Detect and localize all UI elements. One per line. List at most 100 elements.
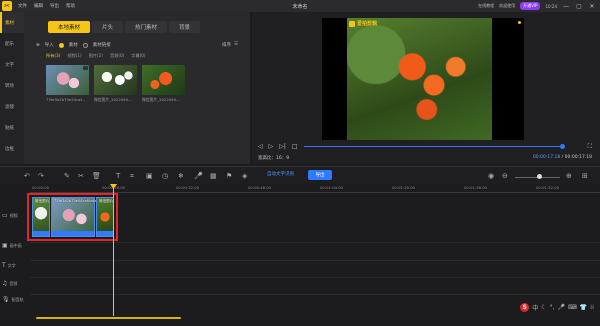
redo-icon[interactable]: ↷ bbox=[38, 172, 44, 180]
menu-export[interactable]: 导出 bbox=[50, 3, 59, 9]
auto-caption-button[interactable]: 自动文字识别 bbox=[267, 171, 294, 177]
camera-icon[interactable]: ◉ bbox=[488, 172, 494, 180]
play-icon[interactable]: ▷ bbox=[269, 143, 274, 150]
track-header-dub[interactable]: 🎙 配音轨 bbox=[2, 296, 30, 303]
close-icon[interactable]: ✕ bbox=[588, 3, 596, 10]
option-b-label: 素材链接 bbox=[92, 43, 111, 48]
zoom-in-icon[interactable]: ⊕ bbox=[566, 172, 572, 180]
sidebar-item-border[interactable]: 边框 bbox=[0, 138, 24, 159]
export-button[interactable]: 导出 bbox=[308, 170, 332, 180]
sidebar-item-sticker[interactable]: 贴纸 bbox=[0, 117, 24, 138]
track-header-text[interactable]: T 文字 bbox=[2, 262, 30, 269]
welcome-link[interactable]: 欢迎使用 bbox=[499, 3, 515, 9]
tab-background[interactable]: 背景 bbox=[169, 21, 201, 33]
timeline-clip[interactable]: 微信图片 bbox=[96, 197, 114, 237]
tutorial-link[interactable]: 在线教程 bbox=[478, 3, 494, 9]
mic-icon[interactable]: 🎤 bbox=[194, 172, 203, 180]
tab-popular[interactable]: 热门素材 bbox=[125, 21, 168, 33]
filter-image[interactable]: 图片(2) bbox=[89, 53, 103, 59]
edit-icon[interactable]: ✎ bbox=[64, 172, 70, 180]
keyboard-icon[interactable]: ⌨ bbox=[568, 304, 577, 311]
preview-panel: 爱拍剪辑 ◁ ▷ ▷| □ ⛶ 宽高比：16：9 00:00:17.18 / 0… bbox=[252, 12, 600, 164]
moon-icon[interactable]: ☾ bbox=[541, 304, 546, 311]
menu-file[interactable]: 文件 bbox=[18, 3, 27, 9]
crop-icon[interactable]: ⌗ bbox=[130, 172, 134, 181]
filter-audio[interactable]: 音频(0) bbox=[110, 53, 124, 59]
progress-fill bbox=[304, 146, 564, 147]
tab-intro[interactable]: 片头 bbox=[92, 21, 124, 33]
vip-button[interactable]: 开通VIP bbox=[520, 2, 541, 10]
progress-bar[interactable] bbox=[304, 146, 564, 147]
progress-knob[interactable] bbox=[560, 144, 565, 149]
media-thumb[interactable]: 73fe3a2b73e54caf... bbox=[46, 65, 89, 103]
freeze-icon[interactable]: ❄ bbox=[178, 172, 184, 180]
mic-track-icon: 🎙 bbox=[2, 296, 10, 303]
import-icon[interactable]: ⊕ bbox=[36, 43, 40, 48]
media-thumb[interactable]: 微信图片_2022090... bbox=[94, 65, 137, 103]
speed-icon[interactable]: ◷ bbox=[162, 172, 168, 180]
track-header-pip[interactable]: ▣ 画中画 bbox=[2, 242, 30, 249]
import-button[interactable]: 导入 bbox=[45, 42, 54, 48]
sidebar-item-transition[interactable]: 转场 bbox=[0, 75, 24, 96]
preview-frame: 爱拍剪辑 bbox=[347, 18, 492, 140]
option-b-radio[interactable] bbox=[82, 42, 88, 48]
microphone-icon[interactable]: 🎤 bbox=[558, 304, 565, 311]
track-divider bbox=[30, 242, 600, 243]
sidebar-item-text[interactable]: 文字 bbox=[0, 54, 24, 75]
option-a-radio[interactable] bbox=[58, 42, 64, 48]
punctuation-icon[interactable]: °, bbox=[550, 304, 555, 311]
media-thumbnails: 73fe3a2b73e54caf... 微信图片_2022090... 微信图片… bbox=[46, 65, 185, 103]
aspect-ratio[interactable]: 宽高比：16：9 bbox=[258, 155, 289, 161]
fit-icon[interactable]: ▣ bbox=[146, 172, 153, 180]
track-label: 文字 bbox=[7, 262, 16, 268]
timeline-clip[interactable]: 73fe3a2b73e54caf0d6ac bbox=[51, 197, 99, 237]
color-icon[interactable]: ◈ bbox=[242, 172, 247, 180]
mosaic-icon[interactable]: ▦ bbox=[210, 172, 217, 180]
menu-edit[interactable]: 编辑 bbox=[34, 3, 43, 9]
playhead[interactable] bbox=[113, 184, 114, 316]
sort-control[interactable]: 排序 ☰ bbox=[222, 42, 238, 48]
sidebar-item-music[interactable]: 配乐 bbox=[0, 33, 24, 54]
sidebar-item-filter[interactable]: 滤镜 bbox=[0, 96, 24, 117]
split-icon[interactable]: ✂ bbox=[78, 172, 84, 180]
filter-video[interactable]: 视频(1) bbox=[67, 53, 81, 59]
menu-help[interactable]: 帮助 bbox=[66, 3, 75, 9]
next-frame-icon[interactable]: ▷| bbox=[279, 143, 286, 150]
skin-icon[interactable]: 👕 bbox=[580, 304, 587, 311]
grid-icon[interactable]: ⁞⁞ bbox=[590, 304, 594, 311]
fullscreen-icon[interactable]: ⛶ bbox=[588, 143, 592, 151]
track-header-audio[interactable]: ♫ 音频 bbox=[2, 280, 30, 287]
selected-clip-group[interactable]: 微信图片 73fe3a2b73e54caf0d6ac 微信图片 bbox=[27, 193, 118, 241]
zoom-knob[interactable] bbox=[537, 174, 542, 179]
record-dot-icon bbox=[518, 21, 521, 24]
timeline-clip[interactable]: 微信图片 bbox=[32, 197, 50, 237]
fit-timeline-icon[interactable]: ⊞ bbox=[582, 172, 588, 180]
delete-icon[interactable]: 🗑 bbox=[92, 172, 101, 180]
maximize-icon[interactable]: ▢ bbox=[575, 3, 583, 10]
track-header-video[interactable]: ▭ 视频 bbox=[2, 212, 30, 219]
track-label: 视频 bbox=[9, 212, 18, 218]
clip-audio-stripe bbox=[97, 231, 113, 236]
video-preview[interactable]: 爱拍剪辑 bbox=[322, 18, 524, 140]
text-track-icon: T bbox=[2, 262, 6, 269]
thumb-image bbox=[94, 65, 137, 95]
text-icon[interactable]: T bbox=[116, 172, 120, 180]
input-method-icon[interactable]: S bbox=[520, 303, 530, 312]
ruler-tick: 00:01:52.00 bbox=[536, 185, 560, 190]
zoom-out-icon[interactable]: ⊖ bbox=[502, 172, 508, 180]
media-thumb[interactable]: 微信图片_2022090... bbox=[142, 65, 185, 103]
chinese-mode-icon[interactable]: 中 bbox=[532, 303, 538, 312]
filter-subtitle[interactable]: 字幕(0) bbox=[131, 53, 145, 59]
flag-icon[interactable]: ⚑ bbox=[226, 172, 232, 180]
minimize-icon[interactable]: — bbox=[562, 3, 570, 10]
filter-all[interactable]: 所有(3) bbox=[46, 53, 60, 59]
undo-icon[interactable]: ↶ bbox=[24, 172, 30, 180]
sidebar-item-media[interactable]: 素材 bbox=[0, 12, 24, 33]
prev-frame-icon[interactable]: ◁ bbox=[258, 143, 263, 150]
thumb-caption: 微信图片_2022090... bbox=[94, 97, 132, 102]
tab-local-media[interactable]: 本地素材 bbox=[48, 21, 91, 33]
media-panel: 本地素材 片头 热门素材 背景 ⊕ 导入 素材 素材链接 排序 ☰ 所有(3) … bbox=[24, 12, 250, 164]
stop-icon[interactable]: □ bbox=[292, 143, 298, 150]
timeline-scrollbar[interactable] bbox=[36, 317, 181, 319]
system-tray: S 中 ☾ °, 🎤 ⌨ 👕 ⁞⁞ bbox=[520, 303, 594, 312]
